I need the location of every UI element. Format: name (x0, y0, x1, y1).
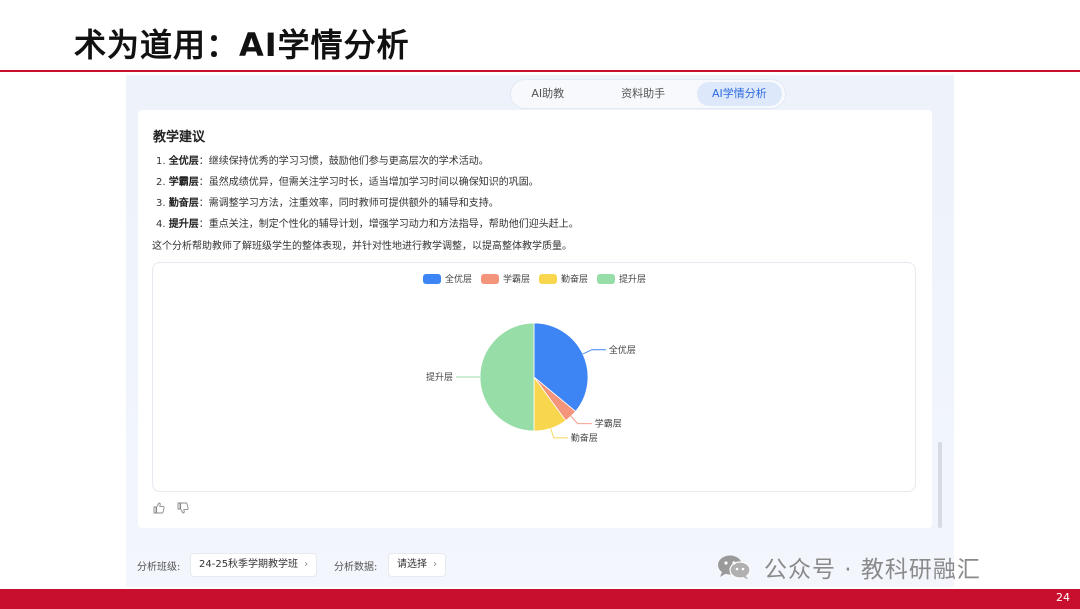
advice-text: ：重点关注，制定个性化的辅导计划，增强学习动力和方法指导，帮助他们迎头赶上。 (198, 219, 579, 230)
advice-tag: 提升层 (168, 219, 199, 230)
data-label: 分析数据: (334, 562, 378, 573)
pie-leader-line (550, 428, 568, 439)
advice-index: 2. (156, 177, 166, 188)
pie-label: 勤奋层 (571, 432, 598, 444)
advice-item: 1. 全优层：继续保持优秀的学习习惯，鼓励他们参与更高层次的学术活动。 (156, 152, 489, 167)
advice-text: ：需调整学习方法，注重效率，同时教师可提供额外的辅导和支持。 (198, 198, 499, 209)
wechat-icon (718, 555, 751, 580)
tab-ai-assistant[interactable]: AI助教 (518, 82, 578, 106)
advice-item: 3. 勤奋层：需调整学习方法，注重效率，同时教师可提供额外的辅导和支持。 (156, 194, 499, 209)
class-label: 分析班级: (137, 562, 181, 573)
scrollbar[interactable] (938, 442, 942, 528)
tab-resource-assistant[interactable]: 资料助手 (592, 82, 695, 106)
advice-item: 4. 提升层：重点关注，制定个性化的辅导计划，增强学习动力和方法指导，帮助他们迎… (156, 215, 579, 230)
class-value: 24-25秋季学期教学班 (199, 559, 299, 570)
footer-bar (0, 589, 1080, 609)
advice-index: 3. (156, 198, 166, 209)
tab-bar: AI助教 资料助手 AI学情分析 (510, 79, 786, 109)
pie-label: 全优层 (609, 344, 636, 356)
tab-ai-learning-analysis[interactable]: AI学情分析 (696, 82, 782, 106)
class-selector[interactable]: 24-25秋季学期教学班 › (190, 553, 318, 577)
chevron-right-icon: › (433, 559, 437, 570)
page-number: 24 (1056, 591, 1070, 604)
pie-leader-line (570, 416, 592, 425)
advice-item: 2. 学霸层：虽然成绩优异，但需关注学习时长，适当增加学习时间以确保知识的巩固。 (156, 173, 539, 188)
advice-text: ：继续保持优秀的学习习惯，鼓励他们参与更高层次的学术活动。 (198, 156, 489, 167)
advice-summary: 这个分析帮助教师了解班级学生的整体表现，并针对性地进行教学调整，以提高整体教学质… (152, 241, 572, 252)
title-divider (0, 70, 1080, 72)
thumbs-down-icon[interactable] (177, 502, 189, 514)
pie-label: 学霸层 (595, 418, 622, 430)
advice-tag: 勤奋层 (168, 198, 199, 209)
data-value: 请选择 (397, 559, 427, 570)
thumbs-up-icon[interactable] (153, 502, 165, 514)
advice-tag: 学霸层 (168, 177, 199, 188)
slide-title: 术为道用：AI学情分析 (74, 26, 410, 64)
data-selector[interactable]: 请选择 › (388, 553, 446, 577)
pie-leader-line (582, 349, 606, 355)
advice-tag: 全优层 (168, 156, 199, 167)
pie-slice-4[interactable] (479, 322, 535, 432)
watermark: 公众号 · 教科研融汇 (716, 550, 981, 584)
advice-index: 4. (156, 219, 166, 230)
pie-label: 提升层 (426, 372, 453, 383)
advice-index: 1. (156, 156, 166, 167)
watermark-text: 公众号 · 教科研融汇 (764, 557, 981, 583)
chevron-right-icon: › (304, 559, 309, 570)
pie-chart: 全优层学霸层勤奋层 提升层 (426, 322, 636, 444)
advice-text: ：虽然成绩优异，但需关注学习时长，适当增加学习时间以确保知识的巩固。 (198, 177, 539, 188)
advice-title: 教学建议 (153, 130, 206, 145)
